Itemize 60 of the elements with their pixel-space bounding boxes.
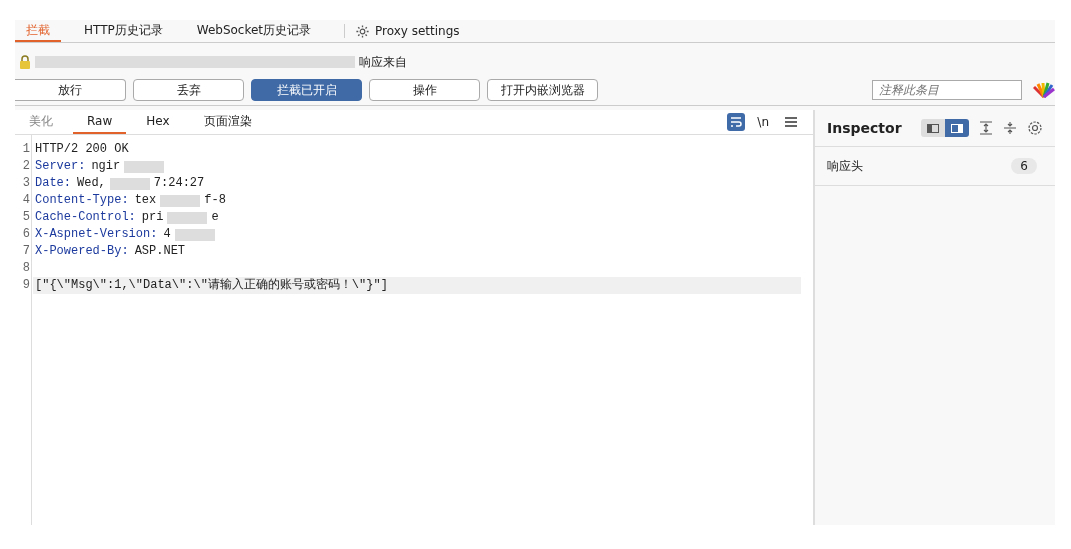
line-number: 2 <box>21 158 31 175</box>
action-button[interactable]: 放行 <box>15 79 126 101</box>
code-text: tex <box>134 192 157 209</box>
count-badge: 6 <box>1011 158 1037 174</box>
line-number: 9 <box>21 277 31 294</box>
header-name: Cache-Control: <box>35 209 136 226</box>
redaction-mark <box>167 211 208 224</box>
code-text: ASP.NET <box>134 243 186 260</box>
code-text: Wed, <box>77 175 106 192</box>
expand-icon[interactable] <box>979 121 993 135</box>
tab[interactable]: Hex <box>132 110 184 134</box>
inspector-title: Inspector <box>827 120 902 136</box>
code-text: 7:24:27 <box>153 175 205 192</box>
newline-toggle[interactable]: \n <box>757 115 769 129</box>
redaction-mark <box>174 228 215 241</box>
code-text: pri <box>141 209 164 226</box>
line-number: 7 <box>21 243 31 260</box>
action-button[interactable]: 打开内嵌浏览器 <box>487 79 598 101</box>
code-text: 4 <box>163 226 171 243</box>
settings-icon <box>355 23 371 39</box>
action-button[interactable]: 拦截已开启 <box>251 79 362 101</box>
redaction-mark <box>109 177 150 190</box>
code-text: ngir <box>91 158 121 175</box>
code-text: HTTP/2 200 OK <box>35 141 129 158</box>
proxy-settings-button[interactable]: Proxy settings <box>355 23 460 39</box>
line-number: 4 <box>21 192 31 209</box>
section-label[interactable]: 响应头 <box>827 157 863 175</box>
header-name: Server: <box>35 158 86 175</box>
left-panel-icon <box>927 123 939 133</box>
action-button[interactable]: 丢弃 <box>133 79 244 101</box>
header-name: X-Aspnet-Version: <box>35 226 158 243</box>
redaction-mark <box>160 194 201 207</box>
highlight-color-icon[interactable] <box>1033 82 1055 98</box>
code-text: f-8 <box>204 192 226 209</box>
tab[interactable]: WebSocket历史记录 <box>185 20 323 42</box>
line-number: 3 <box>21 175 31 192</box>
action-button[interactable]: 操作 <box>369 79 480 101</box>
header-name: X-Powered-By: <box>35 243 129 260</box>
redaction-mark <box>124 160 165 173</box>
tab[interactable]: 页面渲染 <box>189 110 266 134</box>
header-name: Date: <box>35 175 71 192</box>
comment-field[interactable]: 注释此条目 <box>872 80 1022 100</box>
collapse-icon[interactable] <box>1003 121 1017 135</box>
wrap-lines-icon[interactable] <box>727 113 746 131</box>
settings-icon[interactable] <box>1027 120 1043 136</box>
right-panel-icon <box>951 123 963 133</box>
code-text: e <box>211 209 219 226</box>
tab[interactable]: Raw <box>73 110 127 134</box>
lock-icon <box>19 55 31 69</box>
layout-toggle[interactable] <box>945 119 969 137</box>
code-text: ["{\"Msg\":1,\"Data\":\"请输入正确的账号或密码！\"}"] <box>35 277 388 294</box>
header-name: Content-Type: <box>35 192 129 209</box>
response-source-label: 响应来自 <box>359 53 407 71</box>
line-number: 1 <box>21 141 31 158</box>
layout-toggle[interactable] <box>921 119 945 137</box>
line-number: 8 <box>21 260 31 277</box>
menu-icon[interactable] <box>785 117 797 127</box>
line-number: 6 <box>21 226 31 243</box>
line-number: 5 <box>21 209 31 226</box>
tab[interactable]: HTTP历史记录 <box>73 20 174 42</box>
